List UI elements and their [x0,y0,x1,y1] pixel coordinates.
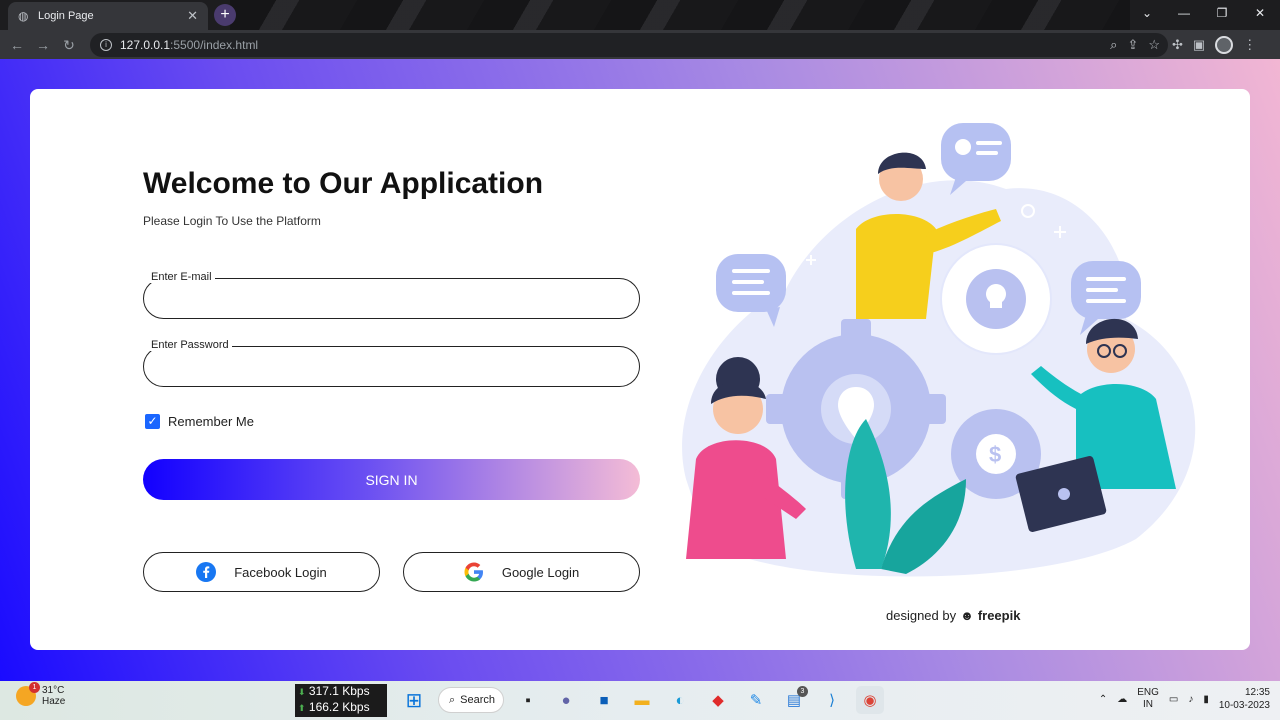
clock-date: 10-03-2023 [1218,700,1270,711]
email-label: Enter E-mail [148,271,215,283]
remember-me-checkbox[interactable]: ✓ [145,414,160,429]
weather-widget[interactable]: 1 31°C Haze [16,682,66,707]
app-diamond-icon[interactable]: ◆ [704,686,732,714]
remember-me-label: Remember Me [168,414,254,429]
chrome-icon[interactable]: ◉ [856,686,884,714]
network-icon[interactable]: ▭ [1169,694,1178,705]
bookmark-star-icon[interactable]: ☆ [1148,37,1160,53]
app-sticky-icon[interactable]: ✎ [742,686,770,714]
sun-icon: 1 [16,682,40,706]
page-subtitle: Please Login To Use the Platform [143,214,321,228]
upload-arrow-icon: ⬆ [298,703,306,713]
tray-cloud-icon[interactable]: ☁ [1117,694,1127,705]
credit-prefix: designed by [886,608,957,623]
forward-arrow-icon[interactable]: → [30,32,56,58]
taskbar-search[interactable]: ⌕ Search [438,687,504,713]
profile-avatar[interactable] [1215,35,1234,54]
system-tray: ⌃ ☁ ENG IN ▭ ♪ ▮ 12:35 10-03-2023 [1099,686,1270,712]
svg-text:$: $ [989,442,1001,467]
idea-gear [940,243,1052,355]
browser-toolbar: ← → ↻ i 127.0.0.1:5500/index.html ⌕ ⇪ ☆ … [0,30,1280,59]
app-badge-count: 3 [797,686,808,697]
os-taskbar: 1 31°C Haze ⬇ 317.1 Kbps ⬆ 166.2 Kbps ⊞ … [0,681,1280,720]
design-credit: designed by ☻ freepik [886,608,1020,623]
password-label: Enter Password [148,339,232,351]
team-gears-illustration: $ [682,123,1196,577]
sign-in-button[interactable]: SIGN IN [143,459,640,500]
store-icon[interactable]: ■ [590,686,618,714]
battery-icon[interactable]: ▮ [1203,694,1209,705]
extensions-puzzle-icon[interactable]: ✣ [1172,37,1183,53]
email-input[interactable] [144,279,639,318]
address-bar[interactable]: i 127.0.0.1:5500/index.html ⌕ ⇪ ☆ [90,33,1168,57]
task-view-icon[interactable]: ▪ [514,686,542,714]
freepik-logo-icon: ☻ [960,608,974,623]
back-arrow-icon[interactable]: ← [4,32,30,58]
search-icon: ⌕ [449,693,456,706]
clock-time: 12:35 [1244,687,1270,698]
google-login-label: Google Login [501,564,580,580]
language-indicator[interactable]: ENG IN [1137,687,1159,711]
site-info-icon[interactable]: i [100,39,112,51]
minimize-button[interactable]: — [1164,0,1204,28]
download-arrow-icon: ⬇ [298,687,306,697]
weather-desc: Haze [42,696,66,707]
volume-icon[interactable]: ♪ [1188,694,1193,705]
clock[interactable]: 12:35 10-03-2023 [1219,686,1270,712]
browser-tab-bar: ◍ Login Page ✕ + ⌄ — ❐ ✕ [0,0,1280,30]
url-path: :5500/index.html [170,38,259,52]
weather-temp: 31°C [42,685,65,696]
facebook-login-button[interactable]: Facebook Login [143,552,380,592]
google-login-button[interactable]: Google Login [403,552,640,592]
tray-chevron-up-icon[interactable]: ⌃ [1099,694,1107,705]
password-field: Enter Password [143,339,640,387]
lang-top: ENG [1137,687,1159,698]
windows-start-icon[interactable]: ⊞ [400,686,428,714]
menu-kebab-icon[interactable]: ⋮ [1243,37,1256,53]
tab-title: Login Page [38,10,94,22]
weather-badge: 1 [29,682,40,693]
reload-icon[interactable]: ↻ [56,32,82,58]
password-input[interactable] [144,347,639,386]
url-host: 127.0.0.1 [120,38,171,52]
browser-tab[interactable]: ◍ Login Page ✕ [8,2,208,30]
net-down: 317.1 Kbps [308,684,370,698]
zoom-icon[interactable]: ⌕ [1110,37,1117,53]
close-tab-icon[interactable]: ✕ [187,8,198,24]
page-viewport: Welcome to Our Application Please Login … [0,59,1280,681]
restore-button[interactable]: ❐ [1202,0,1242,28]
taskbar-apps: ⊞ ⌕ Search ▪ ● ■ ▬ ◐ ◆ ✎ ▤ 3 ⟩ ◉ [400,686,884,714]
net-up: 166.2 Kbps [308,700,370,714]
google-icon [464,562,483,582]
share-icon[interactable]: ⇪ [1127,37,1138,53]
facebook-icon [196,562,217,582]
search-label: Search [460,694,496,706]
vscode-icon[interactable]: ⟩ [818,686,846,714]
file-explorer-icon[interactable]: ▬ [628,686,656,714]
network-speed-widget: ⬇ 317.1 Kbps ⬆ 166.2 Kbps [295,684,387,717]
page-title: Welcome to Our Application [143,167,544,200]
app-badged-icon[interactable]: ▤ 3 [780,686,808,714]
teams-chat-icon[interactable]: ● [552,686,580,714]
new-tab-button[interactable]: + [214,4,236,26]
tab-bar-background [230,0,1130,30]
facebook-login-label: Facebook Login [234,564,327,580]
tab-search-chevron-icon[interactable]: ⌄ [1127,0,1167,28]
email-field: Enter E-mail [143,271,640,319]
lang-bottom: IN [1143,699,1154,710]
login-card: Welcome to Our Application Please Login … [30,89,1250,650]
credit-brand: freepik [977,608,1021,623]
edge-browser-icon[interactable]: ◐ [666,686,694,714]
close-window-button[interactable]: ✕ [1240,0,1280,28]
remember-me-row: ✓ Remember Me [145,414,254,429]
side-panel-icon[interactable]: ▣ [1193,37,1205,53]
globe-icon: ◍ [18,9,29,23]
